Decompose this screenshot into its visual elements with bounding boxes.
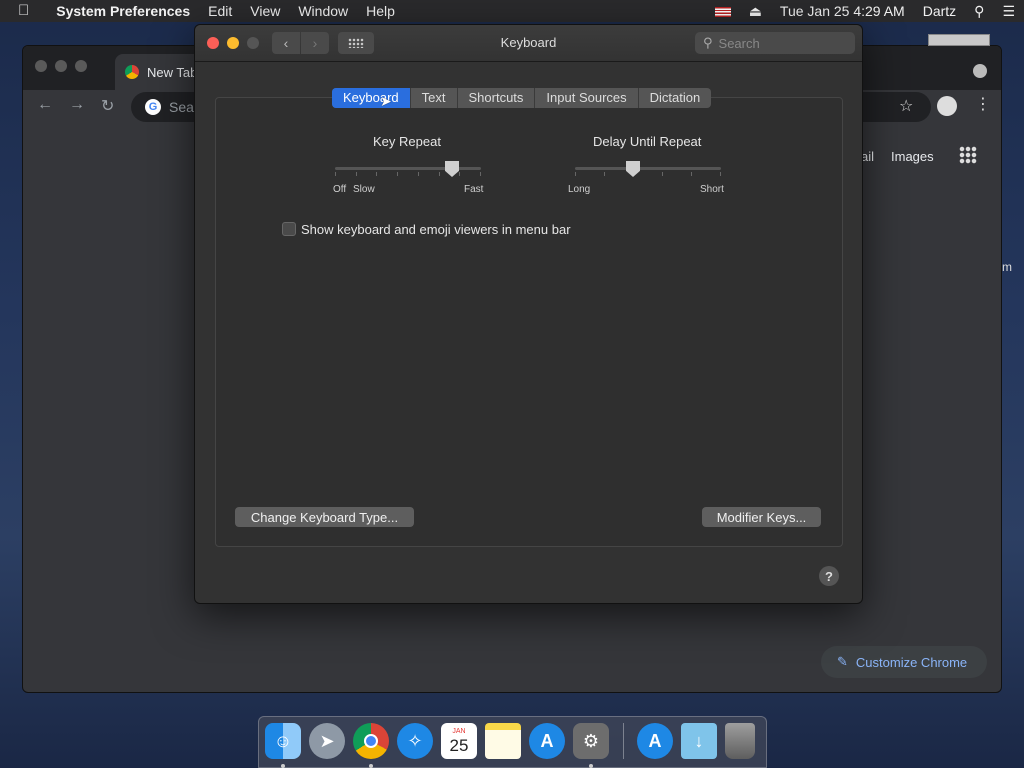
delay-until-repeat-track <box>575 167 721 170</box>
tab-dictation[interactable]: Dictation <box>639 88 712 108</box>
chrome-menu-icon[interactable]: ⋮ <box>975 94 991 114</box>
slider-tick <box>575 172 576 176</box>
search-placeholder: Search <box>718 35 760 51</box>
slider-tick <box>480 172 481 176</box>
chrome-center-icon <box>364 734 378 748</box>
back-arrow-icon[interactable]: ← <box>37 96 53 114</box>
chrome-minimize-button[interactable] <box>55 60 67 72</box>
delay-long-label: Long <box>568 184 591 195</box>
menu-app-name[interactable]: System Preferences <box>47 0 199 22</box>
menu-bar-status-area: ⏏ Tue Jan 25 4:29 AM Dartz ⚲ ☰ <box>706 0 1024 22</box>
menu-bar:  System Preferences Edit View Window He… <box>0 0 1024 22</box>
app-store-icon[interactable]: A <box>529 723 565 759</box>
modifier-keys-button[interactable]: Modifier Keys... <box>702 507 821 527</box>
calendar-month: JAN <box>452 727 466 735</box>
chrome-tab-title: New Tab <box>147 64 198 80</box>
key-repeat-fast-label: Fast <box>464 184 484 195</box>
spotlight-search-icon[interactable]: ⚲ <box>965 0 993 22</box>
key-repeat-slider[interactable] <box>335 159 481 181</box>
tab-shortcuts[interactable]: Shortcuts <box>458 88 536 108</box>
key-repeat-label: Key Repeat <box>373 134 441 149</box>
chrome-zoom-button[interactable] <box>75 60 87 72</box>
menu-edit[interactable]: Edit <box>199 0 241 22</box>
keyboard-settings-panel <box>215 97 843 547</box>
calendar-icon[interactable]: JAN 25 <box>441 723 477 759</box>
slider-tick <box>459 172 460 176</box>
dock-separator <box>623 723 624 759</box>
menu-view[interactable]: View <box>241 0 289 22</box>
search-field[interactable]: ⚲ Search <box>695 32 855 54</box>
chrome-tab-search-icon[interactable] <box>973 64 987 78</box>
help-button[interactable]: ? <box>819 566 839 586</box>
slider-tick <box>356 172 357 176</box>
customize-chrome-label: Customize Chrome <box>855 654 968 670</box>
delay-short-label: Short <box>700 184 724 195</box>
chrome-close-button[interactable] <box>35 60 47 72</box>
menu-datetime[interactable]: Tue Jan 25 4:29 AM <box>771 0 914 22</box>
slider-tick <box>418 172 419 176</box>
profile-icon[interactable] <box>937 96 957 116</box>
menu-window[interactable]: Window <box>289 0 357 22</box>
notification-center-icon[interactable]: ☰ <box>993 0 1024 22</box>
apps-grid-icon[interactable] <box>959 146 977 164</box>
partial-window-right-edge: m <box>1002 260 1012 274</box>
menu-help[interactable]: Help <box>357 0 404 22</box>
show-viewers-label[interactable]: Show keyboard and emoji viewers in menu … <box>301 222 571 237</box>
apple-icon[interactable]:  <box>0 0 47 22</box>
keyboard-preferences-window: ‹ › Keyboard ⚲ Search Keyboard Text Shor… <box>194 24 863 604</box>
menu-user-name[interactable]: Dartz <box>914 0 965 22</box>
finder-icon[interactable]: ☺ <box>265 723 301 759</box>
search-icon: ⚲ <box>703 35 713 50</box>
forward-arrow-icon[interactable]: → <box>69 96 85 114</box>
change-keyboard-type-button[interactable]: Change Keyboard Type... <box>235 507 414 527</box>
mouse-cursor-icon: ➤ <box>380 93 392 109</box>
tab-keyboard[interactable]: Keyboard <box>332 88 411 108</box>
images-link[interactable]: Images <box>891 149 934 164</box>
safari-icon[interactable]: ✧ <box>397 723 433 759</box>
desktop-thumbnail <box>928 34 990 46</box>
customize-chrome-button[interactable]: ✎ Customize Chrome <box>821 646 987 678</box>
finder-running-indicator <box>281 764 285 768</box>
title-bar: ‹ › Keyboard ⚲ Search <box>195 25 862 62</box>
dock: ☺ ➤ ✧ JAN 25 A ⚙ A ↓ <box>258 716 767 768</box>
notes-icon[interactable] <box>485 723 521 759</box>
launchpad-icon[interactable]: ➤ <box>309 723 345 759</box>
partial-window-text: m <box>1002 260 1012 274</box>
slider-tick <box>691 172 692 176</box>
system-preferences-icon[interactable]: ⚙ <box>573 723 609 759</box>
slider-tick <box>604 172 605 176</box>
reload-icon[interactable]: ↻ <box>101 96 114 116</box>
slider-tick <box>720 172 721 176</box>
delay-until-repeat-label: Delay Until Repeat <box>593 134 702 149</box>
slider-tick <box>376 172 377 176</box>
slider-tick <box>335 172 336 176</box>
flag-input-icon[interactable] <box>706 0 740 22</box>
delay-until-repeat-slider[interactable] <box>575 159 721 181</box>
pencil-icon: ✎ <box>837 654 848 669</box>
key-repeat-thumb[interactable] <box>445 161 459 177</box>
eject-icon[interactable]: ⏏ <box>740 0 771 22</box>
system-preferences-running-indicator <box>589 764 593 768</box>
slider-tick <box>662 172 663 176</box>
key-repeat-off-label: Off <box>333 184 347 195</box>
google-g-icon: G <box>145 99 161 115</box>
key-repeat-track <box>335 167 481 170</box>
app-store-downloads-icon[interactable]: A <box>637 723 673 759</box>
chrome-icon[interactable] <box>353 723 389 759</box>
trash-icon[interactable] <box>725 723 755 759</box>
tab-text[interactable]: Text <box>411 88 458 108</box>
chrome-running-indicator <box>369 764 373 768</box>
slider-tick <box>397 172 398 176</box>
key-repeat-slow-label: Slow <box>353 184 375 195</box>
delay-until-repeat-thumb[interactable] <box>626 161 640 177</box>
tab-input-sources[interactable]: Input Sources <box>535 88 639 108</box>
show-viewers-checkbox[interactable] <box>282 222 296 236</box>
downloads-folder-icon[interactable]: ↓ <box>681 723 717 759</box>
slider-tick <box>439 172 440 176</box>
calendar-day: 25 <box>449 735 469 755</box>
bookmark-star-icon[interactable]: ☆ <box>899 96 913 116</box>
chrome-logo-icon <box>125 65 139 79</box>
